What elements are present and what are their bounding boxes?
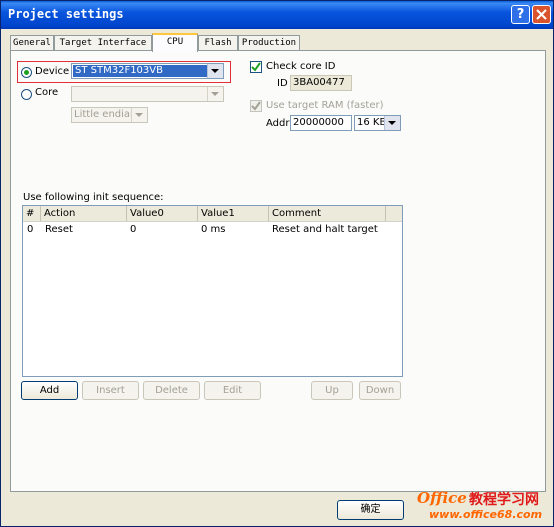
device-radio[interactable] (21, 67, 32, 78)
list-header: # Action Value0 Value1 Comment (23, 206, 402, 222)
column-header-action[interactable]: Action (41, 206, 127, 221)
check-core-id-label: Check core ID (266, 61, 336, 72)
row-action: Reset (45, 224, 73, 235)
column-header-num[interactable]: # (23, 206, 41, 221)
project-settings-window: Project settings ? General Target Interf… (0, 0, 554, 527)
addr-field[interactable]: 20000000 (290, 115, 352, 131)
endian-select[interactable]: Little endian (71, 107, 148, 123)
insert-button[interactable]: Insert (82, 381, 139, 400)
tab-cpu[interactable]: CPU (152, 33, 198, 52)
core-radio[interactable] (21, 89, 32, 100)
checkmark-icon (251, 62, 261, 72)
watermark-cn: 教程学习网 (469, 492, 539, 508)
chevron-down-icon[interactable] (384, 116, 400, 130)
chevron-down-icon (207, 87, 223, 101)
close-icon (536, 9, 547, 20)
use-target-ram-label: Use target RAM (faster) (266, 100, 384, 111)
init-sequence-label: Use following init sequence: (23, 192, 164, 203)
watermark-logo: Office 教程学习网 www.office68.com (415, 489, 553, 525)
delete-button[interactable]: Delete (143, 381, 200, 400)
id-label: ID (277, 78, 288, 89)
column-header-value0[interactable]: Value0 (127, 206, 198, 221)
row-value0: 0 (130, 224, 137, 235)
device-value: ST STM32F103VB (73, 65, 208, 77)
watermark-brand: Office (417, 489, 467, 507)
close-button[interactable] (532, 5, 551, 24)
use-target-ram-checkbox[interactable] (250, 100, 262, 112)
core-select[interactable] (71, 86, 224, 102)
chevron-down-icon[interactable] (207, 64, 223, 78)
chevron-down-icon (131, 108, 147, 122)
ok-button[interactable]: 确定 (337, 500, 404, 520)
tab-target-interface[interactable]: Target Interface (54, 35, 152, 51)
endian-value: Little endian (74, 109, 137, 120)
row-comment: Reset and halt target (272, 224, 378, 235)
column-header-comment[interactable]: Comment (269, 206, 386, 221)
help-button[interactable]: ? (511, 5, 530, 24)
edit-button[interactable]: Edit (204, 381, 261, 400)
checkmark-icon (251, 101, 261, 111)
tab-flash[interactable]: Flash (198, 35, 238, 51)
ram-size-value: 16 KB (357, 117, 387, 128)
column-header-value1[interactable]: Value1 (198, 206, 269, 221)
core-id-field[interactable]: 3BA00477 (290, 75, 352, 91)
title-bar[interactable]: Project settings ? (1, 1, 553, 29)
ram-size-select[interactable]: 16 KB (354, 115, 401, 131)
tab-general[interactable]: General (10, 35, 54, 51)
tab-production[interactable]: Production (238, 35, 300, 51)
check-core-id-checkbox[interactable] (250, 61, 262, 73)
addr-label: Addr (266, 118, 290, 129)
window-title: Project settings (8, 7, 124, 21)
row-value1: 0 ms (201, 224, 226, 235)
add-button[interactable]: Add (21, 381, 78, 400)
device-select[interactable]: ST STM32F103VB (71, 63, 224, 79)
init-sequence-list[interactable]: # Action Value0 Value1 Comment 0 Reset 0… (22, 205, 403, 377)
up-button[interactable]: Up (311, 381, 353, 400)
down-button[interactable]: Down (359, 381, 401, 400)
watermark-url: www.office68.com (429, 508, 543, 521)
device-label: Device (35, 66, 70, 77)
core-label: Core (35, 87, 59, 98)
row-num: 0 (27, 224, 34, 235)
